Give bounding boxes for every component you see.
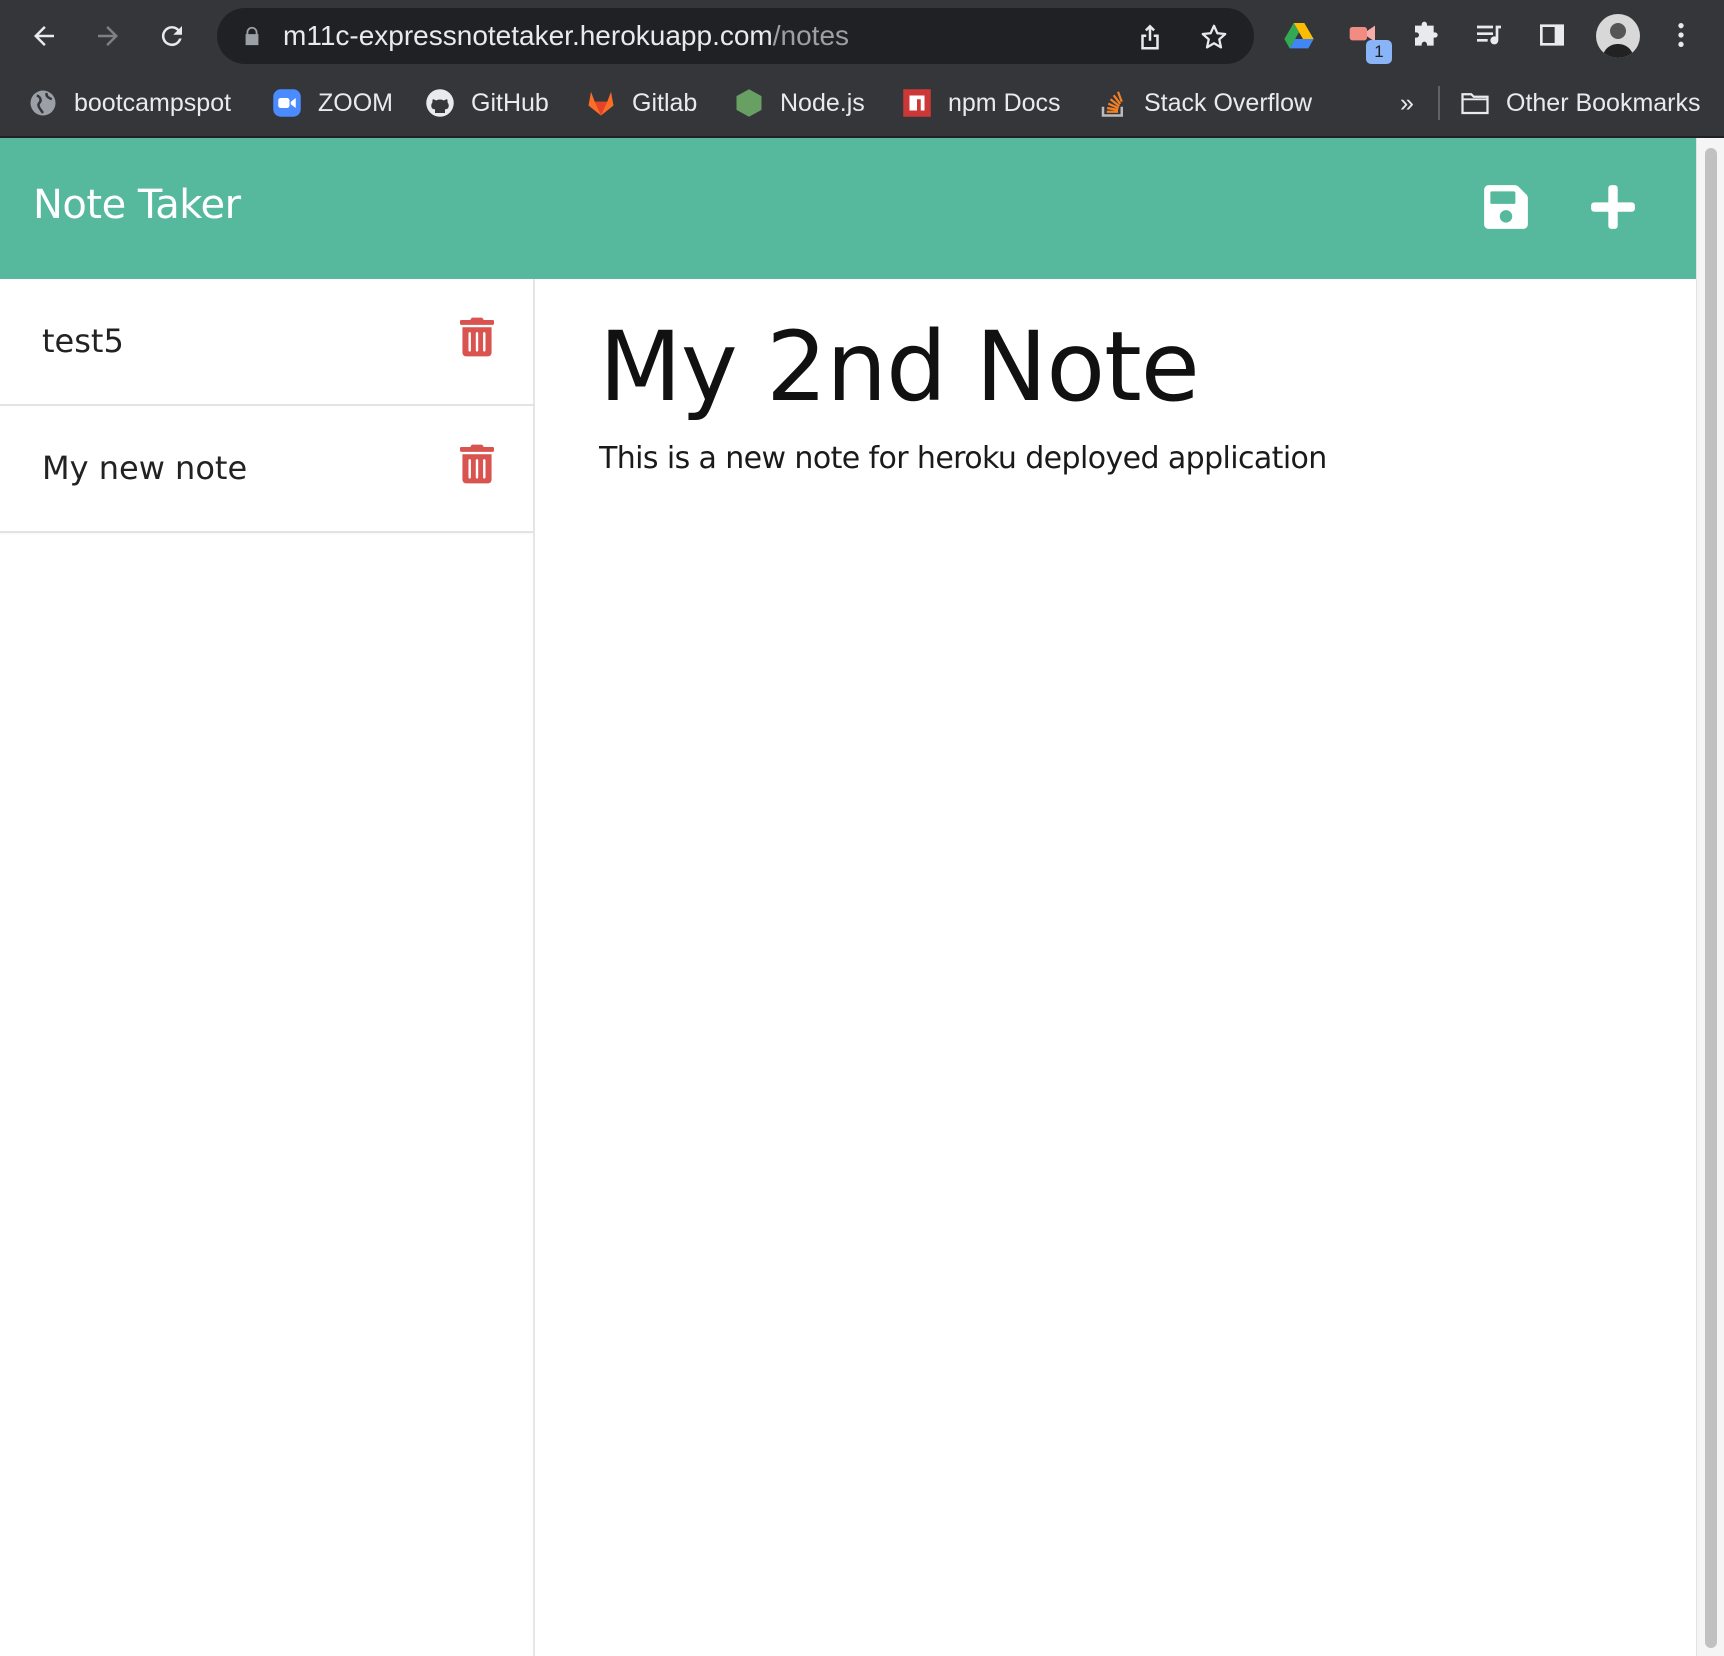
reload-icon [161, 26, 182, 47]
bookmark-label: Other Bookmarks [1506, 88, 1701, 117]
bookmark-label: Gitlab [632, 88, 698, 117]
note-list-title[interactable]: My new note [42, 449, 247, 487]
bookmark-label: Node.js [780, 88, 865, 117]
bookmark-zoom[interactable]: ZOOM [272, 83, 393, 123]
npm-icon [903, 89, 931, 117]
bookmark-label: ZOOM [318, 88, 393, 117]
nodejs-icon [736, 89, 762, 117]
profile-photo-icon [1602, 23, 1634, 58]
note-list-item[interactable]: My new note [0, 406, 533, 533]
address-bar[interactable]: m11c-expressnotetaker.herokuapp.com/note… [217, 8, 1254, 64]
note-list-title[interactable]: test5 [42, 322, 124, 360]
other-bookmarks-folder[interactable]: Other Bookmarks [1460, 83, 1701, 123]
page-scrollbar[interactable] [1696, 138, 1724, 1656]
star-icon[interactable] [1199, 22, 1229, 52]
arrow-left-icon [34, 26, 54, 46]
trash-icon[interactable] [460, 444, 494, 484]
brand-title[interactable]: Note Taker [33, 182, 241, 228]
browser-chrome: m11c-expressnotetaker.herokuapp.com/note… [0, 0, 1724, 138]
globe-icon [30, 90, 56, 116]
stackoverflow-icon [1101, 91, 1123, 117]
bookmarks-divider [1438, 86, 1440, 120]
reload-button[interactable] [150, 14, 194, 58]
folder-icon [1461, 93, 1489, 115]
bookmarks-bar: bootcampspot ZOOM GitHub Gitlab Node.js … [0, 72, 1724, 136]
github-icon [426, 89, 454, 117]
navbar: Note Taker [0, 138, 1696, 279]
note-editor: This is a new note for heroku deployed a… [537, 279, 1696, 1656]
url-path: /notes [772, 20, 850, 51]
url-text: m11c-expressnotetaker.herokuapp.com/note… [283, 21, 849, 51]
bookmark-bootcampspot[interactable]: bootcampspot [28, 83, 231, 123]
url-host: m11c-expressnotetaker.herokuapp.com [283, 20, 773, 51]
zoom-icon [273, 89, 301, 117]
note-taker-app: Note Taker test5 My new note Th [0, 138, 1696, 1656]
extension-badge: 1 [1366, 40, 1392, 64]
note-list: test5 My new note [0, 279, 533, 533]
avatar[interactable] [1596, 14, 1640, 58]
browser-toolbar: m11c-expressnotetaker.herokuapp.com/note… [0, 0, 1724, 72]
scrollbar-thumb[interactable] [1705, 148, 1717, 1648]
bookmark-gitlab[interactable]: Gitlab [586, 83, 697, 123]
bookmarks-overflow-button[interactable]: » [1400, 83, 1414, 123]
save-note-icon[interactable] [1482, 182, 1530, 232]
bookmark-stack-overflow[interactable]: Stack Overflow [1098, 83, 1312, 123]
note-text-textarea[interactable]: This is a new note for heroku deployed a… [599, 439, 1659, 1589]
new-note-plus-icon[interactable] [1590, 182, 1636, 232]
media-queue-icon[interactable] [1470, 16, 1508, 54]
gitlab-icon [588, 91, 614, 116]
bookmark-label: Stack Overflow [1144, 88, 1313, 117]
notes-sidebar: test5 My new note [0, 279, 535, 1656]
menu-dots-icon[interactable] [1662, 16, 1700, 54]
arrow-right-icon [98, 26, 118, 46]
forward-button[interactable] [86, 14, 130, 58]
puzzle-icon[interactable] [1408, 16, 1446, 54]
bookmark-label: GitHub [471, 88, 549, 117]
note-list-item[interactable]: test5 [0, 279, 533, 406]
bookmark-github[interactable]: GitHub [425, 83, 549, 123]
share-icon[interactable] [1135, 22, 1165, 52]
bookmark-npm-docs[interactable]: npm Docs [902, 83, 1061, 123]
note-title-input[interactable] [599, 307, 1659, 427]
google-drive-icon[interactable] [1280, 16, 1318, 54]
bookmark-label: bootcampspot [74, 88, 232, 117]
back-button[interactable] [22, 14, 66, 58]
bookmark-nodejs[interactable]: Node.js [734, 83, 865, 123]
lock-icon [245, 26, 259, 46]
side-panel-icon[interactable] [1533, 16, 1571, 54]
bookmark-label: npm Docs [948, 88, 1061, 117]
trash-icon[interactable] [460, 317, 494, 357]
